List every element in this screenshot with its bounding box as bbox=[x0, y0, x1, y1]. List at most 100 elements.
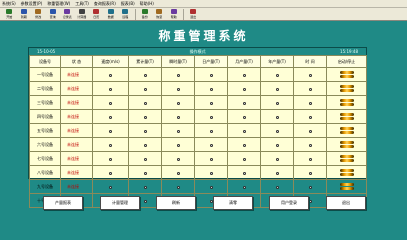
value-cell bbox=[293, 151, 327, 166]
toolbar-label: 开始 bbox=[6, 15, 13, 19]
menu-item[interactable]: 参数设置(P) bbox=[21, 1, 43, 7]
start-stop-toggle-icon[interactable] bbox=[339, 183, 354, 190]
device-name: 三号设备 bbox=[29, 95, 61, 110]
value-cell bbox=[92, 151, 129, 166]
toolbar-button[interactable]: 记录表 bbox=[60, 8, 75, 20]
start-stop-toggle-icon[interactable] bbox=[339, 113, 354, 120]
indicator-dot bbox=[275, 101, 279, 105]
start-stop-cell[interactable] bbox=[326, 165, 367, 180]
toolbar-button[interactable]: 日历 bbox=[89, 8, 104, 20]
indicator-dot bbox=[176, 157, 180, 161]
calculator-icon bbox=[78, 9, 85, 14]
indicator-dot bbox=[242, 157, 246, 161]
device-status: 未连接 bbox=[60, 67, 93, 82]
exit-icon bbox=[190, 9, 197, 14]
start-stop-cell[interactable] bbox=[326, 81, 367, 96]
toolbar-separator bbox=[183, 9, 184, 20]
start-stop-cell[interactable] bbox=[326, 67, 367, 82]
record-icon bbox=[64, 9, 71, 14]
production-report-button[interactable]: 产量报表 bbox=[43, 196, 83, 210]
toolbar-button[interactable]: 备份 bbox=[138, 8, 153, 20]
toolbar-button[interactable]: 计算器 bbox=[75, 8, 90, 20]
menu-bar: 系统(S) 参数设置(P) 称重管理(W) 工具(T) 查询报表(R) 报表(B) 帮助(H… bbox=[0, 0, 407, 8]
toolbar-label: 退出 bbox=[190, 15, 197, 19]
toolbar-button[interactable]: 数据 bbox=[104, 8, 119, 20]
toolbar-button[interactable]: 退出 bbox=[186, 8, 201, 20]
toolbar-button[interactable]: 修改 bbox=[31, 8, 46, 20]
exit-button[interactable]: 退出 bbox=[326, 196, 366, 210]
start-stop-cell[interactable] bbox=[326, 179, 367, 194]
indicator-dot bbox=[176, 185, 180, 189]
table-row: 二号设备 未连接 bbox=[29, 81, 367, 96]
start-stop-toggle-icon[interactable] bbox=[339, 141, 354, 148]
value-cell bbox=[194, 81, 228, 96]
login-button[interactable]: 用户登录 bbox=[269, 196, 309, 210]
status-strip: 15-10-05 操作模式 15:19:48 bbox=[29, 48, 366, 55]
value-cell bbox=[128, 179, 162, 194]
start-stop-cell[interactable] bbox=[326, 151, 367, 166]
value-cell bbox=[260, 123, 294, 138]
indicator-dot bbox=[308, 171, 312, 175]
indicator-dot bbox=[209, 87, 213, 91]
start-stop-cell[interactable] bbox=[326, 123, 367, 138]
start-stop-cell[interactable] bbox=[326, 137, 367, 152]
start-stop-cell[interactable] bbox=[326, 95, 367, 110]
menu-item[interactable]: 系统(S) bbox=[2, 1, 16, 7]
value-cell bbox=[260, 151, 294, 166]
menu-item[interactable]: 帮助(H) bbox=[140, 1, 154, 7]
value-cell bbox=[227, 95, 261, 110]
toolbar-label: 数据 bbox=[107, 15, 114, 19]
indicator-dot bbox=[143, 199, 147, 203]
value-cell bbox=[161, 67, 195, 82]
indicator-dot bbox=[308, 87, 312, 91]
toolbar-button[interactable]: 远程 bbox=[118, 8, 133, 20]
toolbar-label: 到期 bbox=[20, 15, 27, 19]
value-cell bbox=[161, 151, 195, 166]
start-stop-toggle-icon[interactable] bbox=[339, 85, 354, 92]
indicator-dot bbox=[242, 73, 246, 77]
toolbar-button[interactable]: 开始 bbox=[2, 8, 17, 20]
indicator-dot bbox=[176, 101, 180, 105]
toolbar-button[interactable]: 查询 bbox=[46, 8, 61, 20]
value-cell bbox=[161, 95, 195, 110]
indicator-dot bbox=[308, 185, 312, 189]
indicator-dot bbox=[209, 185, 213, 189]
reset-button[interactable]: 清零 bbox=[213, 196, 253, 210]
menu-item[interactable]: 工具(T) bbox=[75, 1, 89, 7]
indicator-dot bbox=[275, 129, 279, 133]
toolbar-button[interactable]: 帮助 bbox=[167, 8, 182, 20]
toolbar-button[interactable]: 到期 bbox=[17, 8, 32, 20]
value-cell bbox=[161, 165, 195, 180]
value-cell bbox=[161, 123, 195, 138]
start-stop-toggle-icon[interactable] bbox=[339, 71, 354, 78]
value-cell bbox=[92, 165, 129, 180]
start-stop-toggle-icon[interactable] bbox=[339, 99, 354, 106]
menu-item[interactable]: 查询报表(R) bbox=[94, 1, 116, 7]
toolbar-button[interactable]: 恢复 bbox=[152, 8, 167, 20]
indicator-dot bbox=[275, 115, 279, 119]
start-stop-toggle-icon[interactable] bbox=[339, 155, 354, 162]
value-cell bbox=[293, 137, 327, 152]
value-cell bbox=[260, 137, 294, 152]
device-status: 未连接 bbox=[60, 123, 93, 138]
toolbar-label: 查询 bbox=[49, 15, 56, 19]
toolbar-separator bbox=[134, 9, 136, 20]
indicator-dot bbox=[308, 143, 312, 147]
indicator-dot bbox=[209, 101, 213, 105]
start-stop-toggle-icon[interactable] bbox=[339, 127, 354, 134]
indicator-dot bbox=[275, 157, 279, 161]
value-cell bbox=[128, 123, 162, 138]
menu-item[interactable]: 称重管理(W) bbox=[47, 1, 70, 7]
indicator-dot bbox=[275, 185, 279, 189]
refresh-button[interactable]: 刷新 bbox=[156, 196, 196, 210]
metering-button[interactable]: 计量管理 bbox=[100, 196, 140, 210]
value-cell bbox=[227, 137, 261, 152]
start-stop-toggle-icon[interactable] bbox=[339, 169, 354, 176]
device-panel: 15-10-05 操作模式 15:19:48 设备号状 态速度(m/s) 累计量(… bbox=[28, 47, 367, 208]
toolbar-label: 远程 bbox=[122, 15, 129, 19]
start-stop-cell[interactable] bbox=[326, 109, 367, 124]
indicator-dot bbox=[242, 87, 246, 91]
indicator-dot bbox=[209, 157, 213, 161]
value-cell bbox=[293, 165, 327, 180]
menu-item[interactable]: 报表(B) bbox=[121, 1, 135, 7]
